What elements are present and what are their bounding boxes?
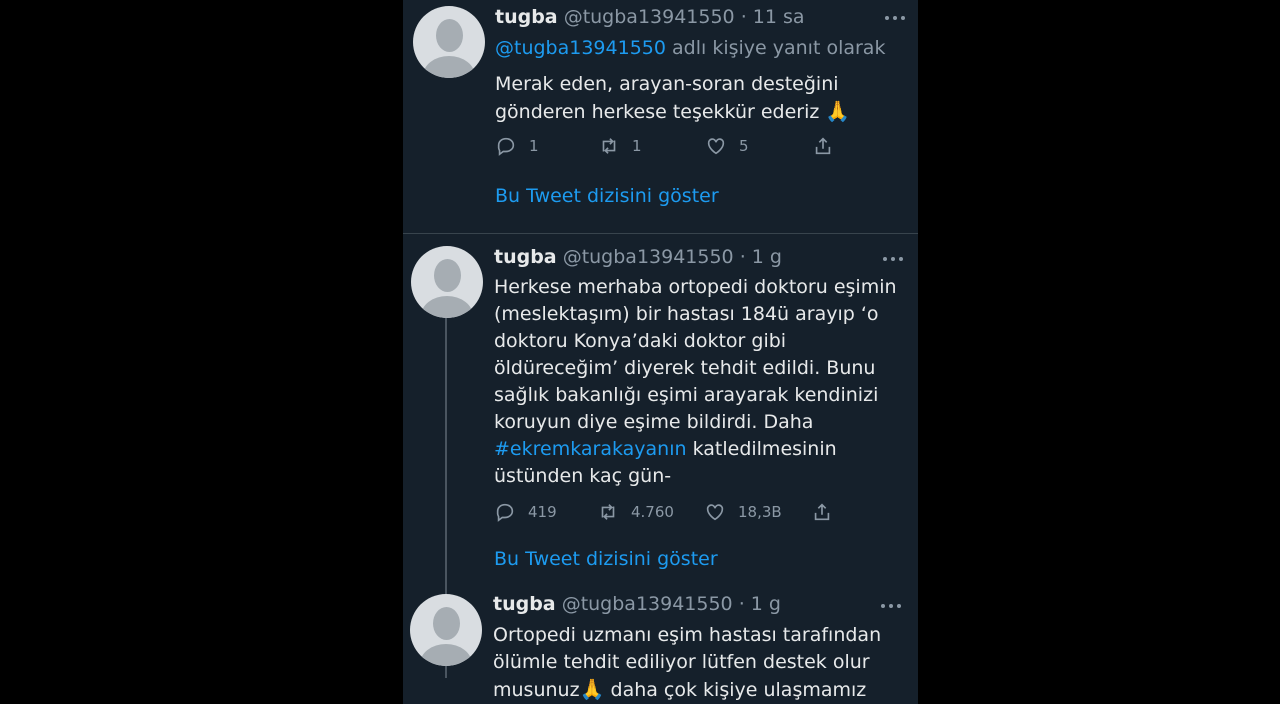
avatar[interactable] (411, 246, 483, 318)
user-handle[interactable]: @tugba13941550 (564, 6, 735, 28)
avatar[interactable] (410, 594, 482, 666)
tweet-3[interactable]: tugba @tugba13941550 · 1 g Ortopedi uzma… (403, 584, 918, 704)
folded-hands-emoji: 🙏 (579, 677, 605, 701)
share-icon (815, 137, 831, 155)
more-icon[interactable] (881, 601, 903, 611)
reply-icon (496, 503, 514, 522)
separator: · (739, 246, 746, 268)
like-button[interactable]: 5 (705, 135, 749, 157)
tweet-header: tugba @tugba13941550 · 11 sa (495, 6, 805, 28)
display-name[interactable]: tugba (493, 593, 556, 615)
hashtag-link[interactable]: #ekremkarakayanın (494, 438, 687, 460)
folded-hands-emoji: 🙏 (825, 99, 851, 123)
like-count: 18,3B (738, 503, 782, 521)
more-icon[interactable] (883, 254, 905, 264)
timestamp[interactable]: 1 g (752, 246, 782, 268)
retweet-count: 1 (632, 137, 642, 155)
avatar[interactable] (413, 6, 485, 78)
retweet-icon (601, 504, 615, 520)
user-handle[interactable]: @tugba13941550 (563, 246, 734, 268)
tweet-1[interactable]: tugba @tugba13941550 · 11 sa @tugba13941… (403, 0, 918, 232)
tweet-header: tugba @tugba13941550 · 1 g (494, 246, 782, 268)
share-button[interactable] (812, 135, 834, 157)
retweet-button[interactable]: 4.760 (597, 501, 674, 523)
tweet-2[interactable]: tugba @tugba13941550 · 1 g Herkese merha… (403, 234, 918, 678)
timestamp[interactable]: 1 g (751, 593, 781, 615)
share-icon (814, 503, 830, 521)
separator: · (738, 593, 745, 615)
separator: · (740, 6, 747, 28)
retweet-button[interactable]: 1 (598, 135, 642, 157)
reply-count: 419 (528, 503, 557, 521)
timestamp[interactable]: 11 sa (753, 6, 805, 28)
tweet-text: Herkese merhaba ortopedi doktoru eşimin … (494, 274, 904, 490)
replying-mention-link[interactable]: @tugba13941550 (495, 37, 666, 59)
tweet-actions: 1 1 5 (495, 135, 855, 159)
like-count: 5 (739, 137, 749, 155)
reply-count: 1 (529, 137, 539, 155)
display-name[interactable]: tugba (495, 6, 558, 28)
tweet-text: Merak eden, arayan-soran desteğini gönde… (495, 71, 895, 126)
reply-button[interactable]: 419 (494, 501, 557, 523)
tweet-text-body: Herkese merhaba ortopedi doktoru eşimin … (494, 276, 897, 433)
like-icon (707, 138, 725, 155)
show-thread-link[interactable]: Bu Tweet dizisini göster (495, 185, 719, 207)
tweet-header: tugba @tugba13941550 · 1 g (493, 593, 781, 615)
tweet-text: Ortopedi uzmanı eşim hastası tarafından … (493, 622, 903, 704)
share-button[interactable] (811, 501, 833, 523)
reply-button[interactable]: 1 (495, 135, 539, 157)
more-icon[interactable] (885, 13, 907, 23)
like-icon (706, 504, 724, 521)
replying-suffix: adlı kişiye yanıt olarak (672, 37, 886, 59)
retweet-count: 4.760 (631, 503, 674, 521)
tweet-text-body: Merak eden, arayan-soran desteğini gönde… (495, 73, 839, 123)
retweet-icon (602, 138, 616, 154)
replying-to: @tugba13941550 adlı kişiye yanıt olarak (495, 37, 885, 59)
tweet-actions: 419 4.760 18,3B (494, 501, 854, 525)
reply-icon (497, 137, 515, 156)
like-button[interactable]: 18,3B (704, 501, 782, 523)
user-handle[interactable]: @tugba13941550 (562, 593, 733, 615)
display-name[interactable]: tugba (494, 246, 557, 268)
tweet-text-tail: daha çok kişiye ulaşmamız (604, 679, 867, 701)
show-thread-link[interactable]: Bu Tweet dizisini göster (494, 548, 718, 570)
twitter-timeline: tugba @tugba13941550 · 11 sa @tugba13941… (403, 0, 918, 704)
